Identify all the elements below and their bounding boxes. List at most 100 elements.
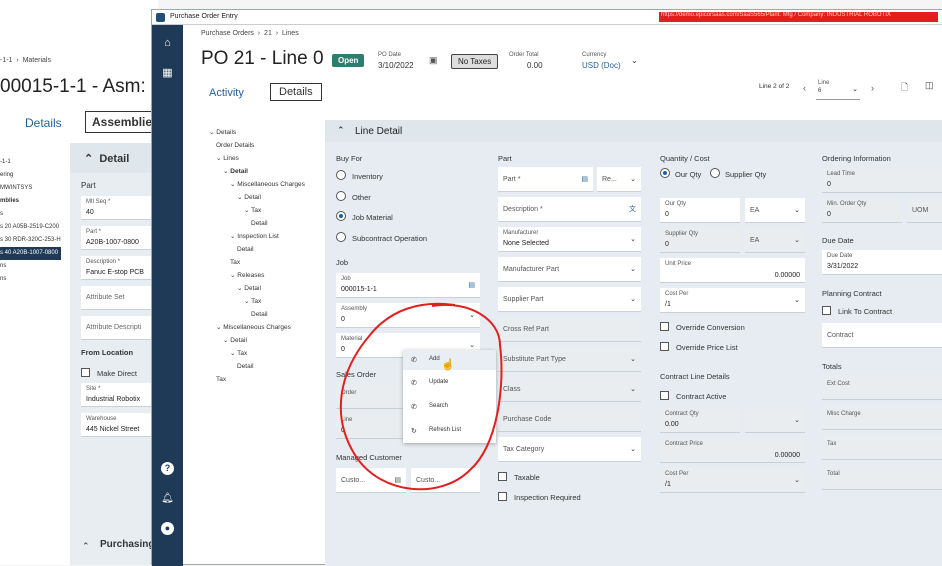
radio-job-material[interactable]	[336, 211, 346, 221]
chevron-down-icon[interactable]: ⌄	[630, 295, 636, 303]
apps-grid-icon[interactable]: ▦	[161, 67, 174, 80]
class-field[interactable]: Class ⌄	[498, 377, 641, 402]
chevron-down-icon[interactable]: ⌄	[630, 385, 636, 393]
tree-item[interactable]: ⌄ Tax	[201, 295, 325, 308]
notifications-bell-icon[interactable]: 🔔︎	[161, 492, 174, 505]
chevron-down-icon[interactable]: ⌄	[631, 56, 638, 65]
tree-item[interactable]: ⌄ Detail	[201, 191, 325, 204]
chevron-down-icon[interactable]: ⌄	[469, 311, 475, 319]
chevron-down-icon[interactable]: ⌄	[630, 265, 636, 273]
bg-attribute-set-field[interactable]: Attribute Set	[81, 286, 158, 310]
bg-tree-item[interactable]: ns	[0, 273, 61, 286]
due-date-field[interactable]: Due Date 3/31/2022	[822, 250, 942, 275]
revision-field[interactable]: Re... ⌄	[597, 167, 641, 192]
radio-our-qty[interactable]	[660, 168, 670, 178]
bg-tree-item[interactable]: ering	[0, 169, 61, 182]
override-price-list-checkbox[interactable]	[660, 342, 669, 351]
description-field[interactable]: Description * 文	[498, 197, 641, 222]
assembly-field[interactable]: Assembly 0 ⌄	[336, 303, 480, 328]
purchase-code-field[interactable]: Purchase Code	[498, 407, 641, 432]
contract-cost-per-field[interactable]: Cost Per/1 ⌄	[660, 468, 805, 493]
breadcrumb-lines[interactable]: Lines	[282, 30, 299, 37]
help-icon[interactable]: ?	[161, 462, 174, 475]
bg-tree-item[interactable]: s	[0, 208, 61, 221]
min-order-uom-field[interactable]: UOM	[907, 198, 942, 223]
manufacturer-part-field[interactable]: Manufacturer Part ⌄	[498, 257, 641, 282]
tree-item[interactable]: Detail	[201, 217, 325, 230]
manufacturer-field[interactable]: Manufacturer None Selected ⌄	[498, 227, 641, 252]
tree-item[interactable]: Detail	[201, 243, 325, 256]
tree-item[interactable]: ⌄ Tax	[201, 347, 325, 360]
taxable-checkbox[interactable]	[498, 472, 507, 481]
bg-purchasing-header[interactable]: ⌃ Purchasing	[70, 530, 158, 565]
contract-field[interactable]: Contract	[822, 323, 942, 348]
tree-item[interactable]: ⌄ Tax	[201, 204, 325, 217]
bg-part-field[interactable]: Part * A20B-1007-0800	[81, 226, 158, 250]
chevron-right-icon[interactable]: ›	[871, 83, 874, 93]
menu-item-search[interactable]: ✆ Search	[403, 397, 496, 417]
currency-value[interactable]: USD (Doc)	[582, 61, 621, 70]
bg-attribute-desc-field[interactable]: Attribute Descripti	[81, 316, 158, 340]
inspection-required-checkbox[interactable]	[498, 492, 507, 501]
chevron-down-icon[interactable]: ⌄	[794, 416, 800, 424]
tree-item[interactable]: ⌄ Miscellaneous Charges	[201, 178, 325, 191]
bg-tree-item[interactable]: mblies	[0, 195, 61, 208]
tree-item[interactable]: ⌄ Releases	[201, 269, 325, 282]
substitute-part-type-field[interactable]: Substitute Part Type ⌄	[498, 347, 641, 372]
menu-item-refresh-list[interactable]: ↻ Refresh List	[403, 421, 496, 441]
tab-activity[interactable]: Activity	[209, 87, 244, 99]
job-field[interactable]: Job 000015-1-1 ▤	[336, 273, 480, 298]
tree-item[interactable]: Order Details	[201, 139, 325, 152]
customer-name-field[interactable]: Custo...	[411, 468, 480, 493]
bg-warehouse-field[interactable]: Warehouse 445 Nickel Street	[81, 413, 158, 437]
tree-item[interactable]: Tax	[201, 256, 325, 269]
supplier-part-field[interactable]: Supplier Part ⌄	[498, 287, 641, 312]
part-field[interactable]: Part * ▤	[498, 167, 593, 192]
bg-description-field[interactable]: Description * Fanuc E-stop PCB	[81, 256, 158, 280]
home-icon[interactable]: ⌂	[161, 37, 174, 50]
contract-active-checkbox[interactable]	[660, 391, 669, 400]
tree-item[interactable]: Detail	[201, 360, 325, 373]
radio-inventory[interactable]	[336, 170, 346, 180]
link-to-contract-checkbox[interactable]	[822, 306, 831, 315]
chevron-down-icon[interactable]: ⌄	[794, 476, 800, 484]
cost-per-field[interactable]: Cost Per/1 ⌄	[660, 288, 805, 313]
supplier-uom-select[interactable]: EA ⌄	[745, 228, 805, 253]
contract-uom-select[interactable]: ⌄	[745, 408, 805, 433]
chevron-down-icon[interactable]: ⌄	[794, 206, 800, 214]
radio-other[interactable]	[336, 191, 346, 201]
bg-tab-details[interactable]: Details	[25, 116, 62, 130]
bg-tree-item[interactable]: s 40 A20B-1007-0800	[0, 247, 61, 260]
bg-tree-item[interactable]: s 20 A05B-2519-C200	[0, 221, 61, 234]
chevron-down-icon[interactable]: ⌄	[794, 296, 800, 304]
bg-site-field[interactable]: Site * Industrial Robotix	[81, 383, 158, 407]
tree-item[interactable]: ⌄ Miscellaneous Charges	[201, 321, 325, 334]
tree-item[interactable]: ⌄ Lines	[201, 152, 325, 165]
our-uom-select[interactable]: EA ⌄	[745, 198, 805, 223]
contract-qty-field[interactable]: Contract Qty 0.00	[660, 408, 740, 433]
breadcrumb-po[interactable]: 21	[264, 30, 272, 37]
bg-mtl-seq-field[interactable]: Mtl Seq * 40	[81, 196, 158, 220]
tree-item[interactable]: ⌄ Detail	[201, 334, 325, 347]
user-avatar-icon[interactable]: ●	[161, 522, 174, 535]
bg-detail-header[interactable]: ⌃ Detail	[70, 143, 158, 173]
radio-supplier-qty[interactable]	[710, 168, 720, 178]
unit-price-field[interactable]: Unit Price 0.00000	[660, 258, 805, 283]
calendar-icon[interactable]: ▣	[429, 55, 438, 66]
document-icon[interactable]: 🗋︎	[901, 80, 908, 96]
search-doc-icon[interactable]: ▤	[468, 281, 475, 289]
so-line-field[interactable]: Line 0	[336, 414, 406, 439]
line-detail-header[interactable]: ⌃ Line Detail	[325, 120, 942, 142]
bg-tree-item[interactable]: -1-1	[0, 156, 61, 169]
chevron-down-icon[interactable]: ⌄	[794, 236, 800, 244]
tree-item[interactable]: ⌄ Detail	[201, 282, 325, 295]
bg-tree-item[interactable]: MWINTSYS	[0, 182, 61, 195]
line-selector[interactable]: Line 6 ⌄	[816, 78, 860, 100]
chevron-down-icon[interactable]: ⌄	[630, 235, 636, 243]
tree-item[interactable]: ⌄ Details	[201, 126, 325, 139]
chevron-left-icon[interactable]: ‹	[803, 83, 806, 93]
tree-item[interactable]: ⌄ Inspection List	[201, 230, 325, 243]
order-field[interactable]: Order	[336, 384, 406, 409]
customer-field[interactable]: Custo... ▤	[336, 468, 406, 493]
supplier-qty-field[interactable]: Supplier Qty 0	[660, 228, 740, 253]
